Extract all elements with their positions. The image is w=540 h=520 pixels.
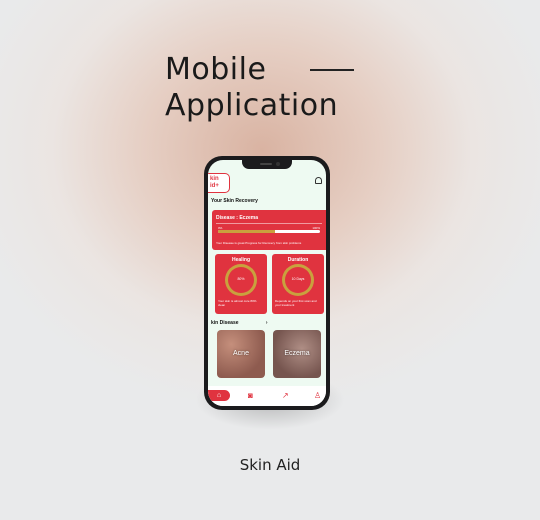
chevron-right-icon[interactable]: › [266, 320, 268, 326]
acne-label: Acne [233, 350, 249, 357]
home-icon[interactable]: ⌂ [208, 390, 230, 401]
disease-card[interactable]: Disease : Eczema 0% 100% Your Disease is… [212, 210, 326, 250]
recovery-progress-fill [218, 230, 276, 233]
camera-icon[interactable]: ◙ [248, 390, 253, 401]
skin-disease-label: kin Disease [211, 320, 239, 326]
duration-value: 10 Days [291, 277, 305, 281]
healing-card[interactable]: Healing 80% Your skin is almost cure 80%… [215, 254, 267, 314]
disease-label: Disease : Eczema [216, 215, 258, 221]
bottom-nav: ⌂ ◙ ↗ ♙ [208, 386, 326, 406]
app-logo[interactable]: kin id+ [208, 173, 230, 193]
headline-line-2: Application [165, 88, 339, 123]
eczema-label: Eczema [284, 350, 310, 357]
phone-mockup: kin id+ Your Skin Recovery Disease : Ecz… [204, 156, 330, 410]
phone-notch [242, 160, 292, 169]
duration-ring: 10 Days [282, 264, 314, 296]
duration-note: Depends on your first scan and your trea… [275, 299, 317, 307]
duration-card[interactable]: Duration 10 Days Depends on your first s… [272, 254, 324, 314]
recovery-title: Your Skin Recovery [211, 198, 258, 204]
app-name-caption: Skin Aid [239, 456, 301, 474]
logo-text-1: kin [210, 176, 219, 182]
speaker-icon [260, 163, 272, 165]
headline-rule [310, 69, 354, 71]
phone-screen: kin id+ Your Skin Recovery Disease : Ecz… [208, 160, 326, 406]
eczema-tile[interactable]: Eczema [273, 330, 321, 378]
profile-icon[interactable]: ♙ [314, 390, 321, 401]
logo-text-2: id+ [210, 183, 219, 189]
headline: Mobile Application [165, 52, 338, 124]
trend-icon[interactable]: ↗ [282, 390, 289, 401]
recovery-progress-bar [218, 230, 320, 233]
disease-note: Your Disease is great Progress for Recov… [216, 241, 302, 245]
healing-title: Healing [231, 257, 251, 263]
healing-value: 80% [237, 277, 245, 281]
healing-note: Your skin is almost cure 80% clean [218, 299, 257, 307]
healing-ring: 80% [225, 264, 257, 296]
camera-lens-icon [276, 162, 280, 166]
duration-title: Duration [287, 257, 309, 263]
skin-disease-title: kin Disease › [211, 320, 268, 326]
divider [216, 223, 322, 224]
bell-icon[interactable] [315, 177, 322, 184]
acne-tile[interactable]: Acne [217, 330, 265, 378]
